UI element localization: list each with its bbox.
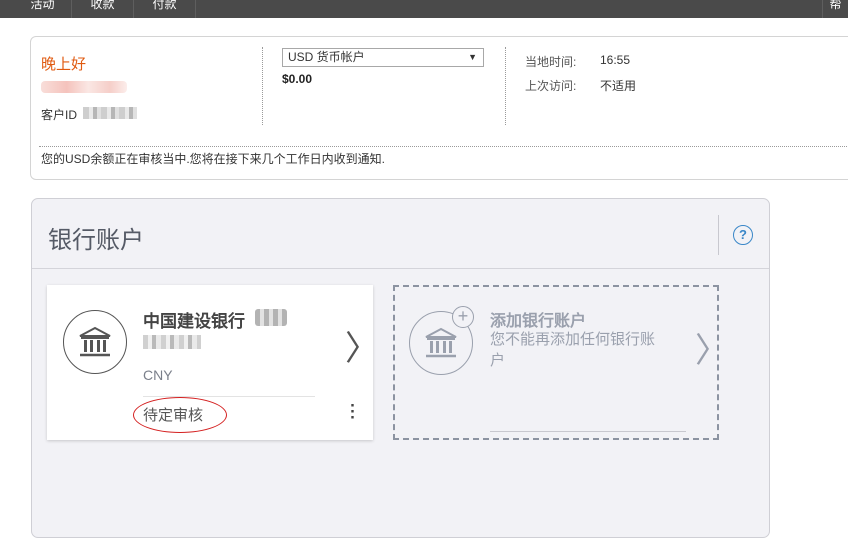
redacted-customer-id — [83, 107, 137, 119]
bank-building-icon — [63, 310, 127, 374]
annotation-circle — [133, 397, 227, 433]
divider — [490, 431, 686, 432]
tab-help[interactable]: 帮 — [822, 0, 848, 18]
divider — [718, 215, 719, 255]
add-bank-account-title: 添加银行账户 — [490, 313, 587, 330]
last-visit-label: 上次访问: — [525, 79, 577, 93]
help-icon[interactable]: ? — [733, 225, 753, 245]
bank-account-card[interactable]: 中国建设银行 CNY 待定审核 · · · 〉 — [47, 285, 379, 440]
local-time-value: 16:55 — [600, 53, 631, 67]
account-currency: CNY — [143, 367, 173, 383]
local-time-label: 当地时间: — [525, 55, 577, 69]
bank-accounts-panel: 银行账户 ? 中国建设银行 CNY 待定审核 · · · 〉 + 添加银行账户 … — [31, 198, 770, 538]
redacted-bank-branch — [255, 309, 287, 326]
plus-icon: + — [452, 306, 474, 328]
bank-name: 中国建设银行 — [143, 312, 245, 331]
chevron-right-icon[interactable]: 〉 — [695, 323, 729, 372]
greeting-text: 晚上好 — [41, 56, 87, 73]
tab-activity[interactable]: 活动 — [14, 0, 72, 18]
tab-receive[interactable]: 收款 — [72, 0, 134, 18]
add-bank-account-subtitle: 您不能再添加任何银行账户 — [490, 331, 656, 369]
divider — [262, 47, 263, 125]
tab-pay[interactable]: 付款 — [134, 0, 196, 18]
chevron-right-icon[interactable]: 〉 — [345, 321, 379, 370]
account-summary-card: 晚上好 客户ID USD 货币帐户 ▼ $0.00 当地时间: 16:55 上次… — [30, 36, 848, 180]
divider — [505, 47, 506, 125]
add-bank-account-card[interactable]: + 添加银行账户 您不能再添加任何银行账户 〉 — [393, 285, 729, 440]
last-visit-value: 不适用 — [600, 79, 637, 93]
bank-accounts-title: 银行账户 — [48, 227, 144, 254]
divider — [39, 146, 848, 147]
bank-accounts-header: 银行账户 ? — [32, 199, 769, 269]
redacted-user-name — [41, 81, 127, 93]
currency-account-select[interactable]: USD 货币帐户 ▼ — [282, 48, 484, 67]
currency-account-value: USD 货币帐户 — [288, 50, 365, 64]
customer-id-label: 客户ID — [41, 108, 78, 122]
dropdown-arrow-icon: ▼ — [468, 52, 477, 62]
redacted-account-number — [143, 335, 201, 349]
top-nav-bar: 活动 收款 付款 帮 — [0, 0, 848, 18]
balance-review-notice: 您的USD余额正在审核当中.您将在接下来几个工作日内收到通知. — [41, 152, 386, 166]
account-balance: $0.00 — [282, 72, 313, 86]
more-options-icon[interactable]: · · · — [348, 397, 358, 426]
